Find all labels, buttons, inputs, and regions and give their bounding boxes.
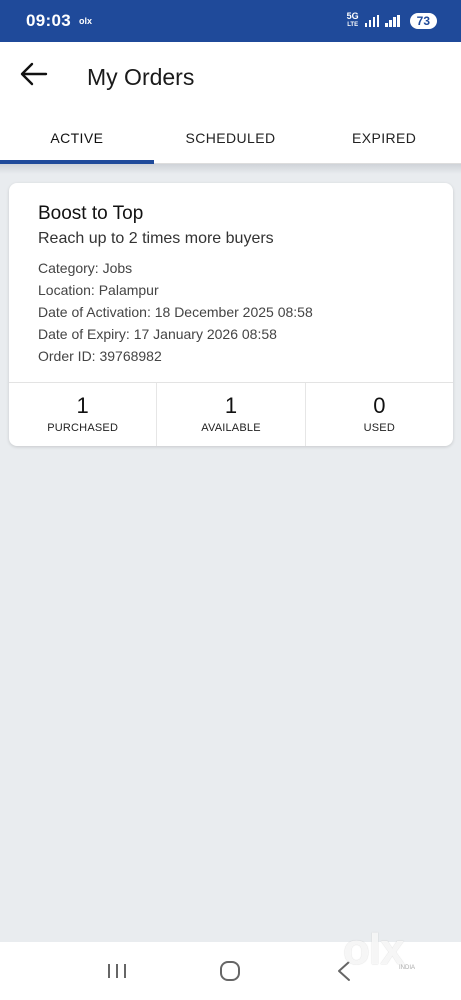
- recents-icon[interactable]: [97, 951, 137, 991]
- stat-purchased: 1 PURCHASED: [9, 383, 158, 446]
- home-icon[interactable]: [210, 951, 250, 991]
- page-title: My Orders: [87, 64, 195, 90]
- olx-watermark-sub: INDIA: [399, 965, 416, 971]
- status-time: 09:03: [26, 11, 71, 30]
- tab-shadow: [0, 164, 461, 174]
- stat-available: 1 AVAILABLE: [157, 383, 306, 446]
- order-expiry-date: Date of Expiry: 17 January 2026 08:58: [38, 326, 277, 342]
- signal-icon: [364, 15, 380, 27]
- olx-notification-icon: olx: [78, 16, 92, 26]
- order-id: Order ID: 39768982: [38, 348, 162, 364]
- order-title: Boost to Top: [38, 203, 144, 224]
- tab-expired[interactable]: EXPIRED: [307, 112, 461, 163]
- app-bar: My Orders: [0, 42, 461, 112]
- status-bar: 09:03 olx 5G LTE 73: [0, 0, 461, 42]
- signal-icon-2: [385, 15, 400, 27]
- olx-watermark-logo: olx: [343, 925, 405, 974]
- stat-value: 0: [373, 393, 386, 418]
- order-card[interactable]: Boost to Top Reach up to 2 times more bu…: [9, 183, 453, 446]
- status-indicators: 5G LTE 73: [347, 12, 437, 30]
- network-subtype: LTE: [347, 22, 359, 28]
- stat-value: 1: [224, 393, 238, 418]
- battery-icon: 73: [409, 13, 437, 29]
- stat-label: AVAILABLE: [201, 422, 261, 434]
- stat-value: 1: [76, 393, 89, 418]
- order-activation-date: Date of Activation: 18 December 2025 08:…: [38, 304, 313, 320]
- arrow-left-icon[interactable]: [20, 62, 48, 86]
- stat-label: PURCHASED: [47, 422, 119, 434]
- network-indicator: 5G LTE: [347, 12, 359, 30]
- tab-active[interactable]: ACTIVE: [0, 112, 154, 164]
- order-subtitle: Reach up to 2 times more buyers: [38, 230, 274, 247]
- stat-used: 0 USED: [306, 383, 453, 446]
- order-category: Category: Jobs: [38, 260, 133, 276]
- network-type: 5G: [346, 11, 359, 21]
- tab-scheduled[interactable]: SCHEDULED: [154, 112, 308, 163]
- stat-label: USED: [363, 422, 395, 434]
- order-tabs: ACTIVE SCHEDULED EXPIRED: [0, 112, 461, 164]
- order-location: Location: Palampur: [38, 282, 159, 298]
- order-stats: 1 PURCHASED 1 AVAILABLE 0 USED: [9, 383, 453, 446]
